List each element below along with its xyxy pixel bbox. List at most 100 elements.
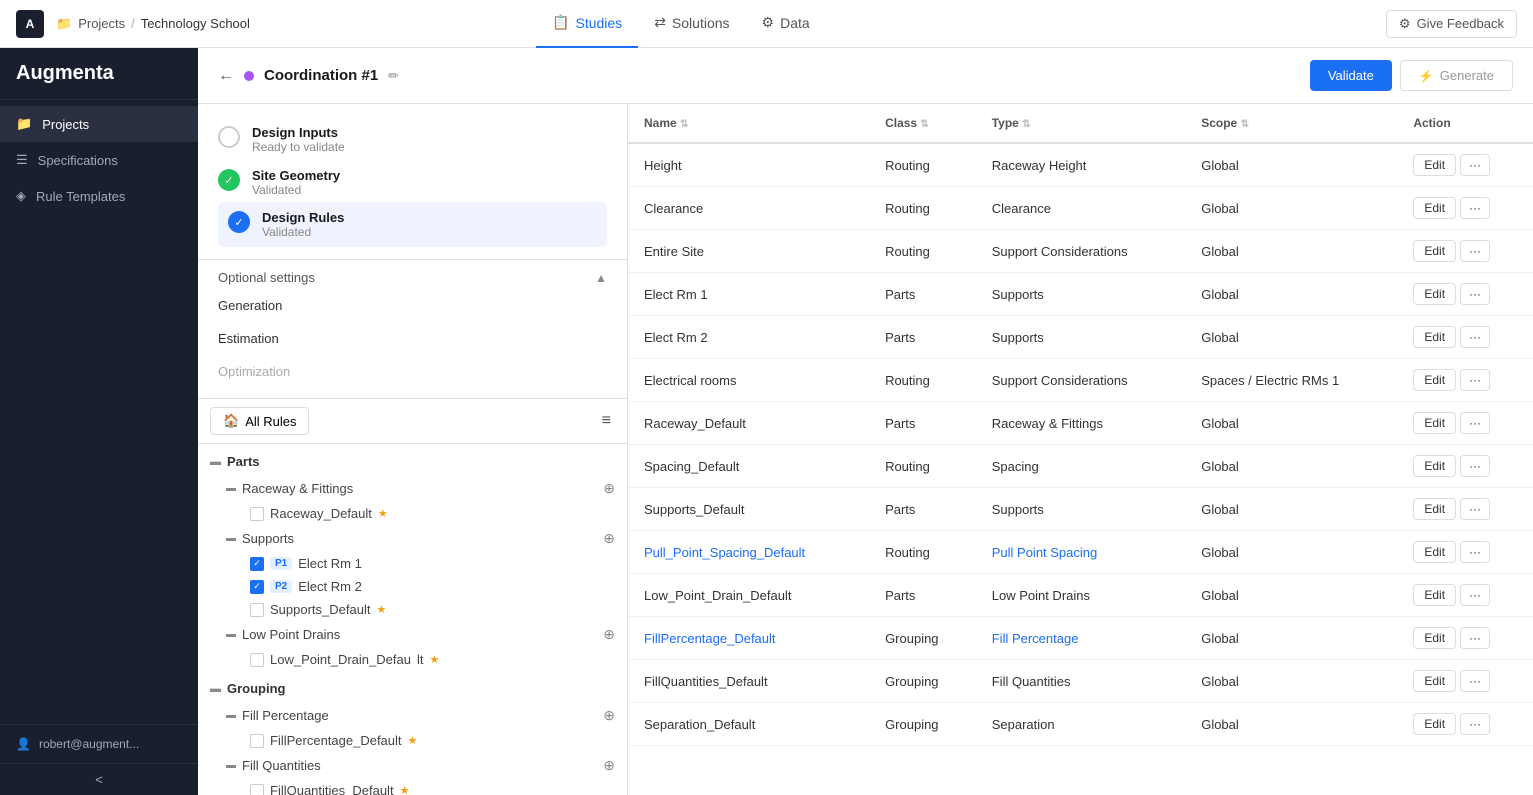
- generate-button[interactable]: ⚡ Generate: [1400, 60, 1513, 91]
- tree-item-raceway-default[interactable]: Raceway_Default ★: [198, 502, 627, 525]
- edit-row-button[interactable]: Edit: [1413, 455, 1456, 477]
- sidebar-item-specifications[interactable]: ☰ Specifications: [0, 142, 198, 178]
- edit-row-button[interactable]: Edit: [1413, 627, 1456, 649]
- add-supports-icon[interactable]: ⊕: [603, 530, 615, 547]
- add-fillpct-icon[interactable]: ⊕: [603, 707, 615, 724]
- add-lowpoint-icon[interactable]: ⊕: [603, 626, 615, 643]
- add-raceway-icon[interactable]: ⊕: [603, 480, 615, 497]
- tree-item-fillqty-default[interactable]: FillQuantities_Default ★: [198, 779, 627, 795]
- edit-row-button[interactable]: Edit: [1413, 670, 1456, 692]
- cell-class: Parts: [869, 316, 976, 359]
- tree-group-grouping-header[interactable]: ▬ Grouping: [198, 675, 627, 702]
- optional-settings-items: Generation Estimation Optimization: [218, 289, 607, 388]
- edit-row-button[interactable]: Edit: [1413, 541, 1456, 563]
- workflow-step-design-rules[interactable]: ✓ Design Rules Validated: [218, 202, 607, 247]
- sidebar-collapse-button[interactable]: <: [0, 763, 198, 795]
- checkbox-raceway-default[interactable]: [250, 507, 264, 521]
- cell-scope: Global: [1185, 445, 1397, 488]
- sort-name-icon[interactable]: ⇅: [680, 119, 688, 130]
- cell-scope: Global: [1185, 230, 1397, 273]
- optional-settings-header[interactable]: Optional settings ▲: [218, 270, 607, 285]
- table-row: FillPercentage_Default Grouping Fill Per…: [628, 617, 1533, 660]
- more-row-button[interactable]: ···: [1460, 197, 1490, 219]
- step-label-design-rules: Design Rules: [262, 210, 344, 225]
- more-row-button[interactable]: ···: [1460, 584, 1490, 606]
- required-star-lowpoint: ★: [429, 653, 439, 666]
- tree-item-fillpct-default[interactable]: FillPercentage_Default ★: [198, 729, 627, 752]
- edit-row-button[interactable]: Edit: [1413, 154, 1456, 176]
- checkbox-elect-rm2[interactable]: ✓: [250, 580, 264, 594]
- projects-link[interactable]: Projects: [78, 16, 125, 31]
- cell-action: Edit ···: [1397, 445, 1533, 488]
- edit-row-button[interactable]: Edit: [1413, 498, 1456, 520]
- more-row-button[interactable]: ···: [1460, 154, 1490, 176]
- checkbox-fillpct-default[interactable]: [250, 734, 264, 748]
- sidebar-item-projects[interactable]: 📁 Projects: [0, 106, 198, 142]
- checkbox-elect-rm1[interactable]: ✓: [250, 557, 264, 571]
- optimization-item[interactable]: Optimization: [218, 355, 607, 388]
- workflow-step-site-geometry[interactable]: ✓ Site Geometry Validated: [218, 161, 607, 204]
- more-row-button[interactable]: ···: [1460, 498, 1490, 520]
- edit-study-icon[interactable]: ✏: [388, 68, 399, 84]
- tree-item-elect-rm1[interactable]: ✓ P1 Elect Rm 1: [198, 552, 627, 575]
- more-row-button[interactable]: ···: [1460, 713, 1490, 735]
- top-nav: 📋 Studies ⇄ Solutions ⚙ Data: [536, 0, 826, 48]
- edit-row-button[interactable]: Edit: [1413, 584, 1456, 606]
- more-row-button[interactable]: ···: [1460, 670, 1490, 692]
- cell-type: Fill Quantities: [976, 660, 1185, 703]
- checkbox-supports-default[interactable]: [250, 603, 264, 617]
- give-feedback-button[interactable]: ⚙ Give Feedback: [1386, 10, 1517, 38]
- back-button[interactable]: ←: [218, 67, 234, 85]
- edit-row-button[interactable]: Edit: [1413, 197, 1456, 219]
- sort-scope-icon[interactable]: ⇅: [1241, 119, 1249, 130]
- cell-type: Pull Point Spacing: [976, 531, 1185, 574]
- more-row-button[interactable]: ···: [1460, 455, 1490, 477]
- tree-group-parts-header[interactable]: ▬ Parts: [198, 448, 627, 475]
- tree-item-elect-rm2[interactable]: ✓ P2 Elect Rm 2: [198, 575, 627, 598]
- edit-row-button[interactable]: Edit: [1413, 283, 1456, 305]
- tree-item-supports-default[interactable]: Supports_Default ★: [198, 598, 627, 621]
- sidebar-item-rule-templates[interactable]: ◈ Rule Templates: [0, 178, 198, 214]
- cell-class: Grouping: [869, 617, 976, 660]
- cell-action: Edit ···: [1397, 230, 1533, 273]
- edit-row-button[interactable]: Edit: [1413, 412, 1456, 434]
- checkbox-fillqty-default[interactable]: [250, 784, 264, 795]
- col-type: Type ⇅: [976, 104, 1185, 143]
- menu-icon[interactable]: ≡: [598, 408, 615, 434]
- more-row-button[interactable]: ···: [1460, 326, 1490, 348]
- tab-data[interactable]: ⚙ Data: [746, 0, 826, 48]
- tree-subgroup-lowpoint-header[interactable]: ▬ Low Point Drains ⊕: [198, 621, 627, 648]
- sort-type-icon[interactable]: ⇅: [1022, 119, 1030, 130]
- checkbox-lowpoint-default[interactable]: [250, 653, 264, 667]
- cell-name: FillPercentage_Default: [628, 617, 869, 660]
- tree-subgroup-raceway-header[interactable]: ▬ Raceway & Fittings ⊕: [198, 475, 627, 502]
- tree-subgroup-fillqty-header[interactable]: ▬ Fill Quantities ⊕: [198, 752, 627, 779]
- tree-subgroup-fillpct-header[interactable]: ▬ Fill Percentage ⊕: [198, 702, 627, 729]
- more-row-button[interactable]: ···: [1460, 240, 1490, 262]
- edit-row-button[interactable]: Edit: [1413, 326, 1456, 348]
- edit-row-button[interactable]: Edit: [1413, 369, 1456, 391]
- tree-subgroup-supports-header[interactable]: ▬ Supports ⊕: [198, 525, 627, 552]
- tab-studies[interactable]: 📋 Studies: [536, 0, 638, 48]
- tree-item-lowpoint-default[interactable]: Low_Point_Drain_Default ★: [198, 648, 627, 671]
- more-row-button[interactable]: ···: [1460, 412, 1490, 434]
- step-label-site-geometry: Site Geometry: [252, 168, 340, 183]
- more-row-button[interactable]: ···: [1460, 541, 1490, 563]
- cell-scope: Global: [1185, 488, 1397, 531]
- more-row-button[interactable]: ···: [1460, 283, 1490, 305]
- all-rules-button[interactable]: 🏠 All Rules: [210, 407, 309, 435]
- cell-scope: Global: [1185, 574, 1397, 617]
- sort-class-icon[interactable]: ⇅: [920, 119, 928, 130]
- edit-row-button[interactable]: Edit: [1413, 713, 1456, 735]
- collapse-fillqty-icon: ▬: [226, 760, 236, 771]
- workflow-step-design-inputs[interactable]: Design Inputs Ready to validate: [218, 118, 607, 161]
- edit-row-button[interactable]: Edit: [1413, 240, 1456, 262]
- more-row-button[interactable]: ···: [1460, 369, 1490, 391]
- cell-action: Edit ···: [1397, 402, 1533, 445]
- add-fillqty-icon[interactable]: ⊕: [603, 757, 615, 774]
- estimation-item[interactable]: Estimation: [218, 322, 607, 355]
- generation-item[interactable]: Generation: [218, 289, 607, 322]
- tab-solutions[interactable]: ⇄ Solutions: [638, 0, 745, 48]
- more-row-button[interactable]: ···: [1460, 627, 1490, 649]
- validate-button[interactable]: Validate: [1310, 60, 1392, 91]
